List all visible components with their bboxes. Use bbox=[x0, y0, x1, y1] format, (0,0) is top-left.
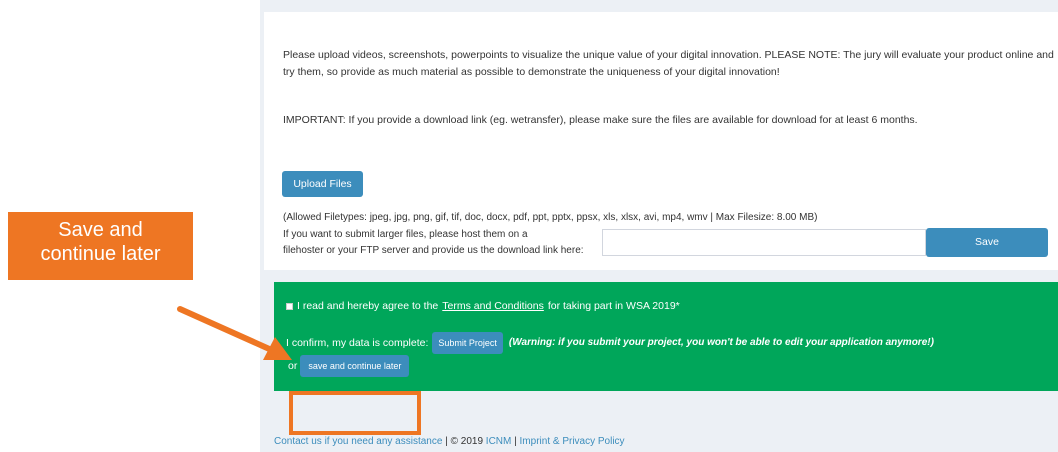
upload-description-line-2: try them, so provide as much material as… bbox=[283, 66, 780, 78]
agree-prefix-text: I read and hereby agree to the bbox=[297, 300, 439, 312]
submit-project-button[interactable]: Submit Project bbox=[432, 332, 503, 354]
agree-suffix-text: for taking part in WSA 2019* bbox=[547, 300, 680, 312]
footer-separator: | bbox=[514, 436, 517, 447]
agree-terms-row: I read and hereby agree to the Terms and… bbox=[286, 299, 680, 313]
large-files-text-line-1: If you want to submit larger files, plea… bbox=[283, 229, 528, 240]
annotation-callout-line-1: Save and bbox=[58, 219, 143, 241]
annotation-highlight-box bbox=[289, 391, 421, 435]
save-link-button[interactable]: Save bbox=[926, 228, 1048, 257]
upload-description: Please upload videos, screenshots, power… bbox=[283, 47, 1054, 81]
save-later-row: or save and continue later bbox=[288, 355, 410, 377]
confirm-row: I confirm, my data is complete: Submit P… bbox=[286, 332, 934, 354]
download-link-input[interactable] bbox=[602, 229, 926, 256]
or-text: or bbox=[288, 360, 298, 372]
important-note: IMPORTANT: If you provide a download lin… bbox=[283, 114, 918, 126]
annotation-callout: Save and continue later bbox=[8, 212, 193, 280]
upload-description-line-1: Please upload videos, screenshots, power… bbox=[283, 49, 1054, 61]
save-and-continue-later-button[interactable]: save and continue later bbox=[300, 355, 410, 377]
footer-separator: | bbox=[445, 436, 448, 447]
agree-terms-checkbox[interactable] bbox=[286, 302, 293, 310]
large-files-text-line-2: filehoster or your FTP server and provid… bbox=[283, 245, 584, 256]
contact-assistance-link[interactable]: Contact us if you need any assistance bbox=[274, 436, 442, 447]
copyright-text: © 2019 bbox=[450, 436, 484, 447]
submit-warning-text: (Warning: if you submit your project, yo… bbox=[508, 337, 934, 348]
allowed-filetypes-text: (Allowed Filetypes: jpeg, jpg, png, gif,… bbox=[283, 212, 818, 223]
annotation-callout-line-2: continue later bbox=[40, 243, 161, 265]
terms-and-conditions-link[interactable]: Terms and Conditions bbox=[442, 299, 544, 313]
footer: Contact us if you need any assistance | … bbox=[274, 435, 625, 448]
icnm-link[interactable]: ICNM bbox=[486, 436, 512, 447]
imprint-privacy-link[interactable]: Imprint & Privacy Policy bbox=[520, 436, 625, 447]
confirm-text: I confirm, my data is complete: bbox=[286, 337, 429, 349]
upload-files-button[interactable]: Upload Files bbox=[282, 171, 363, 197]
